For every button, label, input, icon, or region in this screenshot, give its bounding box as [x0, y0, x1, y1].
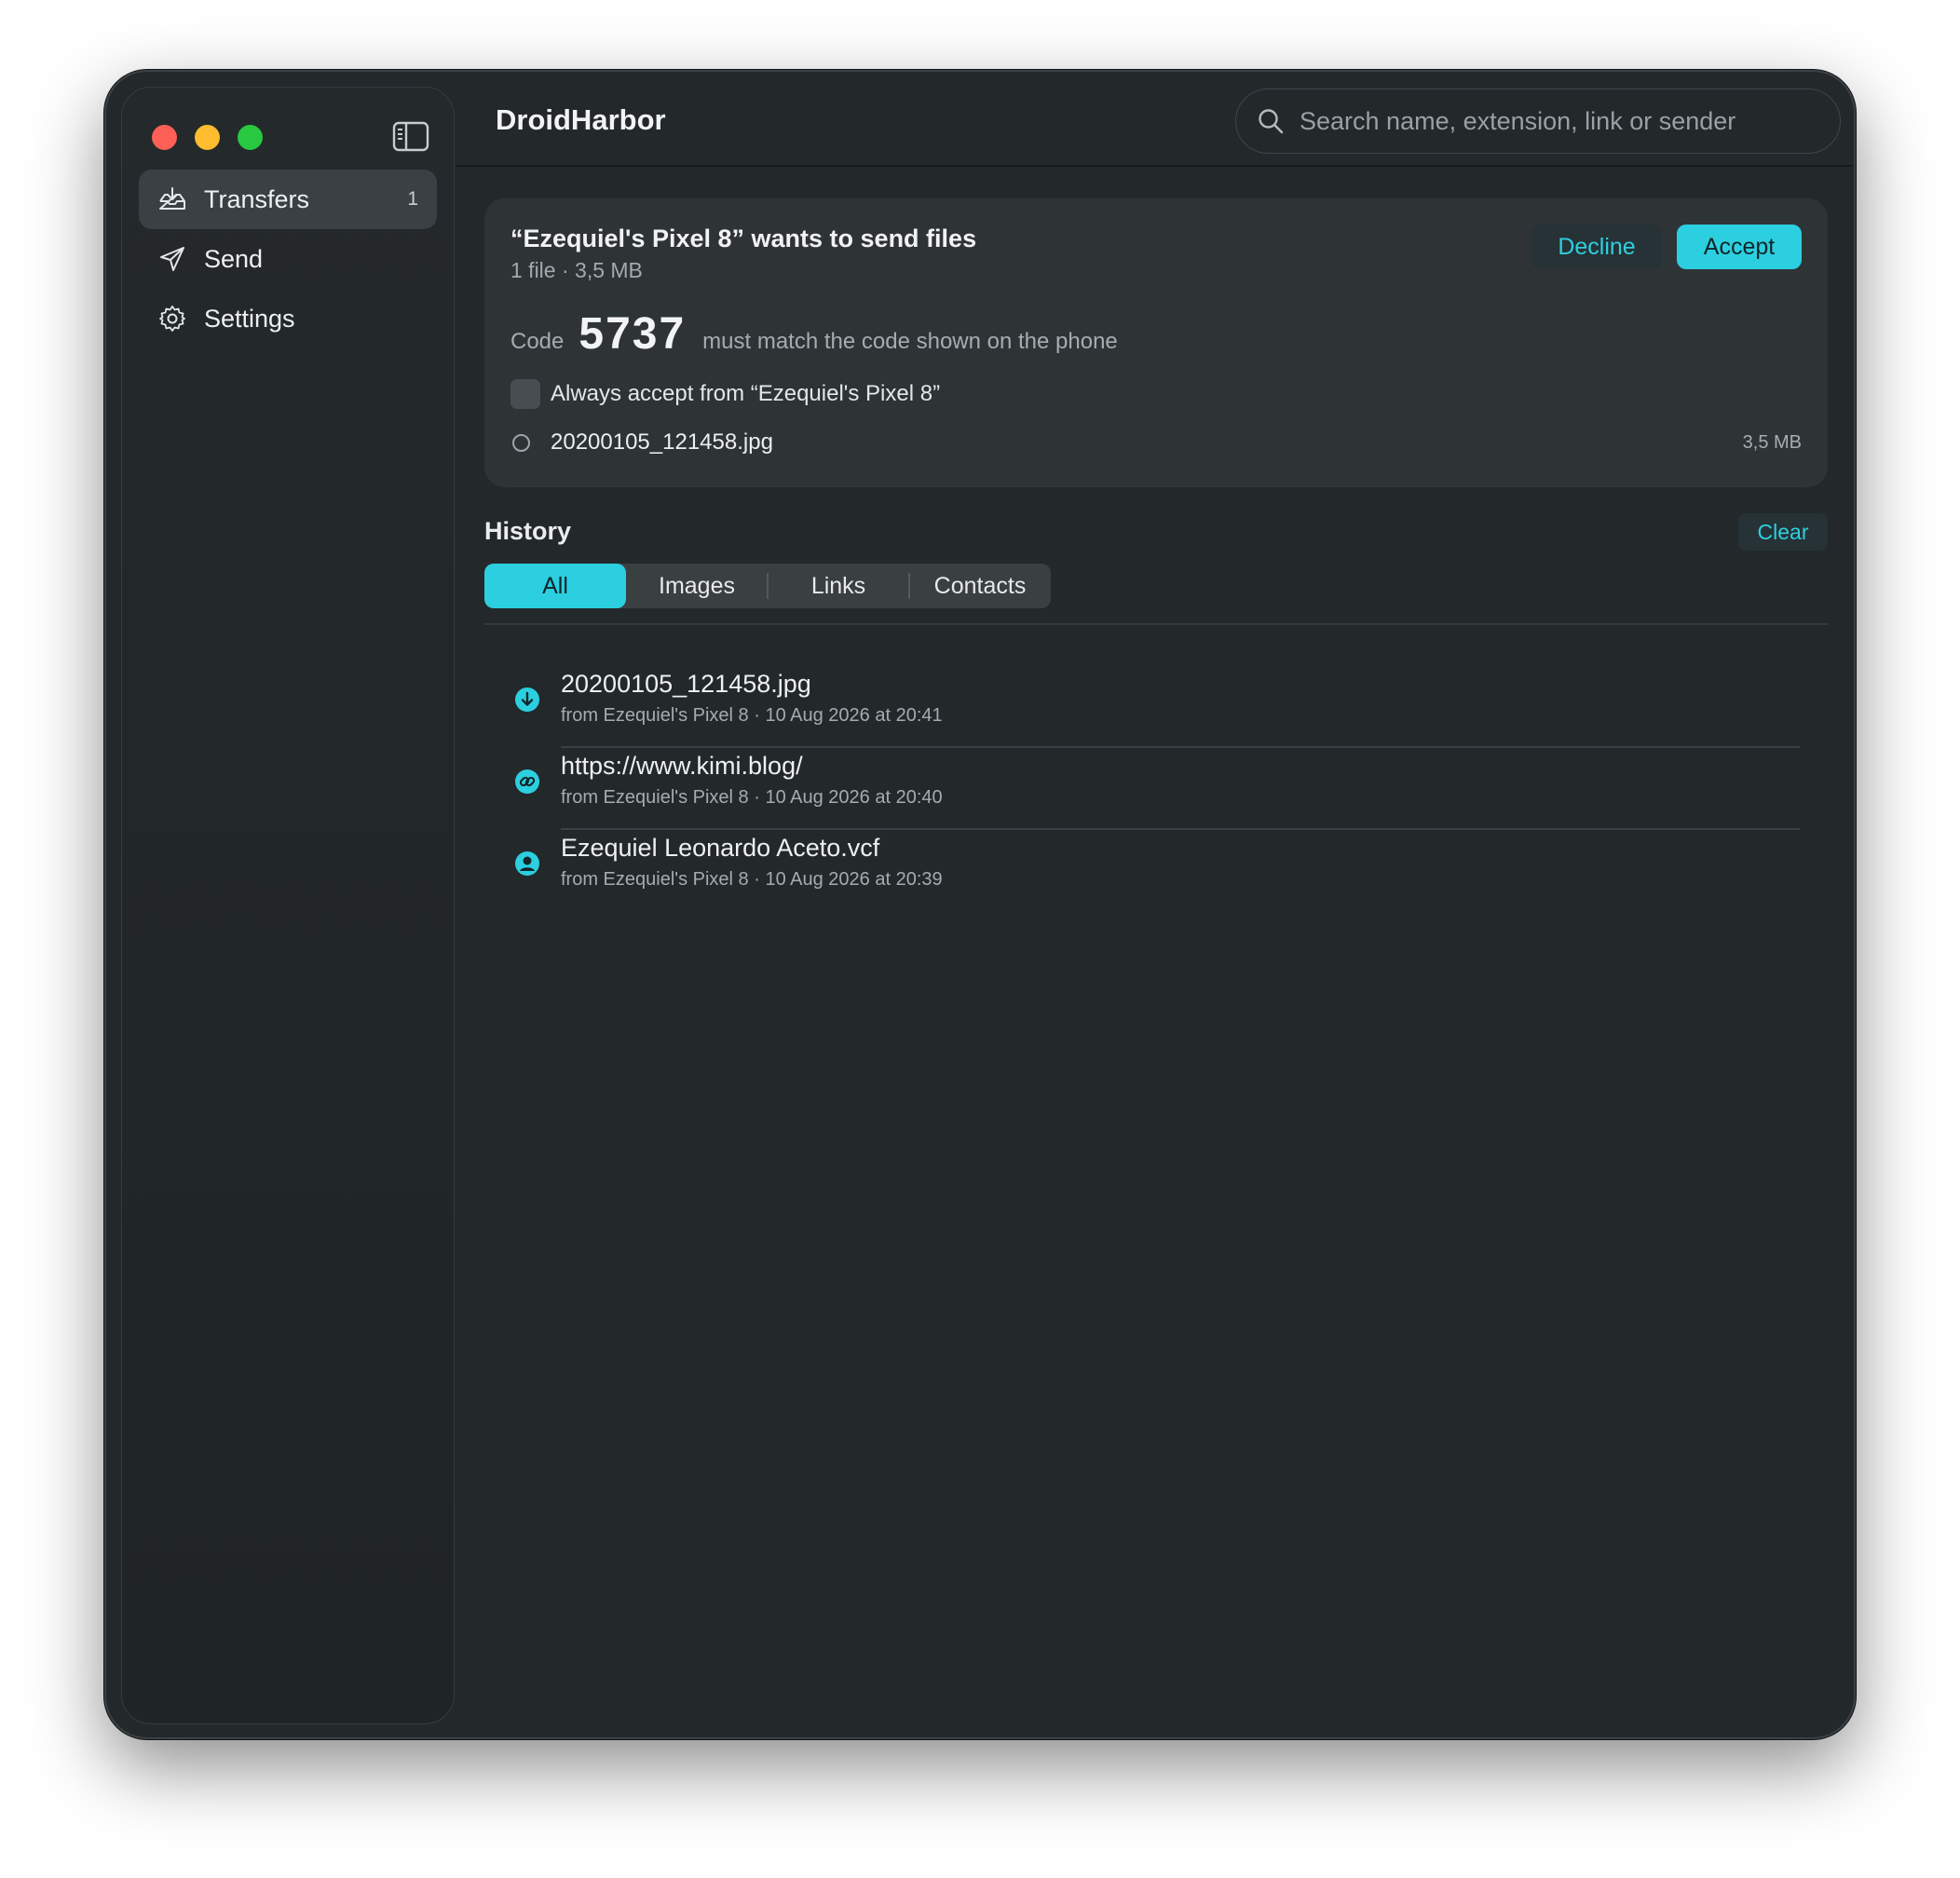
download-icon	[515, 687, 539, 712]
app-window: Transfers 1 Send Settings DroidHarbor Se…	[104, 70, 1856, 1739]
history-heading: History	[484, 517, 572, 545]
history-item-name: https://www.kimi.blog/	[561, 752, 803, 780]
tab-contacts[interactable]: Contacts	[909, 564, 1051, 608]
app-title: DroidHarbor	[496, 103, 666, 136]
pairing-code-row: Code 5737 must match the code shown on t…	[510, 308, 1118, 360]
sidebar-item-settings[interactable]: Settings	[139, 289, 437, 348]
close-window-button[interactable]	[152, 125, 177, 150]
sidebar-item-transfers[interactable]: Transfers 1	[139, 170, 437, 229]
incoming-file-name: 20200105_121458.jpg	[551, 429, 773, 455]
link-icon	[515, 769, 539, 794]
code-label: Code	[510, 329, 565, 354]
tab-divider	[767, 573, 769, 599]
contact-icon	[515, 851, 539, 876]
history-item-meta: from Ezequiel's Pixel 8 · 10 Aug 2026 at…	[561, 787, 943, 808]
toolbar: DroidHarbor	[456, 72, 1854, 167]
history-item[interactable]: https://www.kimi.blog/ from Ezequiel's P…	[514, 748, 1800, 830]
history-item[interactable]: 20200105_121458.jpg from Ezequiel's Pixe…	[514, 666, 1800, 748]
sidebar-item-label: Transfers	[204, 184, 310, 213]
search-icon	[1259, 109, 1284, 134]
tab-images[interactable]: Images	[626, 564, 768, 608]
always-accept-row[interactable]: Always accept from “Ezequiel's Pixel 8”	[510, 379, 940, 409]
history-item[interactable]: Ezequiel Leonardo Aceto.vcf from Ezequie…	[514, 830, 1800, 912]
zoom-window-button[interactable]	[238, 125, 263, 150]
file-status-circle-icon	[512, 433, 530, 452]
search-field[interactable]	[1235, 88, 1841, 154]
tray-icon	[159, 187, 185, 210]
sidebar-toggle-icon[interactable]	[392, 121, 429, 152]
history-item-name: Ezequiel Leonardo Aceto.vcf	[561, 834, 880, 862]
always-accept-checkbox[interactable]	[510, 379, 540, 409]
incoming-transfer-card: “Ezequiel's Pixel 8” wants to send files…	[484, 198, 1828, 487]
history-item-meta: from Ezequiel's Pixel 8 · 10 Aug 2026 at…	[561, 705, 943, 726]
transfers-count-badge: 1	[407, 188, 418, 210]
history-item-meta: from Ezequiel's Pixel 8 · 10 Aug 2026 at…	[561, 869, 943, 890]
gear-icon	[159, 306, 185, 332]
code-hint: must match the code shown on the phone	[702, 329, 1118, 354]
tab-all[interactable]: All	[484, 564, 626, 608]
sidebar-item-label: Send	[204, 244, 264, 273]
tab-divider	[908, 573, 910, 599]
history-item-name: 20200105_121458.jpg	[561, 670, 811, 698]
search-input[interactable]	[1300, 106, 1821, 136]
minimize-window-button[interactable]	[195, 125, 220, 150]
history-divider	[484, 623, 1828, 625]
sidebar-item-label: Settings	[204, 304, 295, 333]
clear-history-button[interactable]: Clear	[1738, 513, 1828, 551]
always-accept-label: Always accept from “Ezequiel's Pixel 8”	[551, 381, 941, 406]
request-title: “Ezequiel's Pixel 8” wants to send files	[510, 225, 977, 252]
incoming-file-size: 3,5 MB	[1742, 431, 1802, 453]
decline-button[interactable]: Decline	[1531, 225, 1662, 269]
incoming-file-row: 20200105_121458.jpg 3,5 MB	[510, 429, 1802, 456]
request-summary: 1 file · 3,5 MB	[510, 258, 643, 282]
history-filter-tabs: All Images Links Contacts	[484, 564, 1051, 608]
sidebar: Transfers 1 Send Settings	[121, 87, 455, 1724]
accept-button[interactable]: Accept	[1677, 225, 1802, 269]
tab-links[interactable]: Links	[768, 564, 909, 608]
sidebar-item-send[interactable]: Send	[139, 229, 437, 289]
pairing-code: 5737	[578, 309, 687, 359]
paper-plane-icon	[160, 247, 184, 271]
